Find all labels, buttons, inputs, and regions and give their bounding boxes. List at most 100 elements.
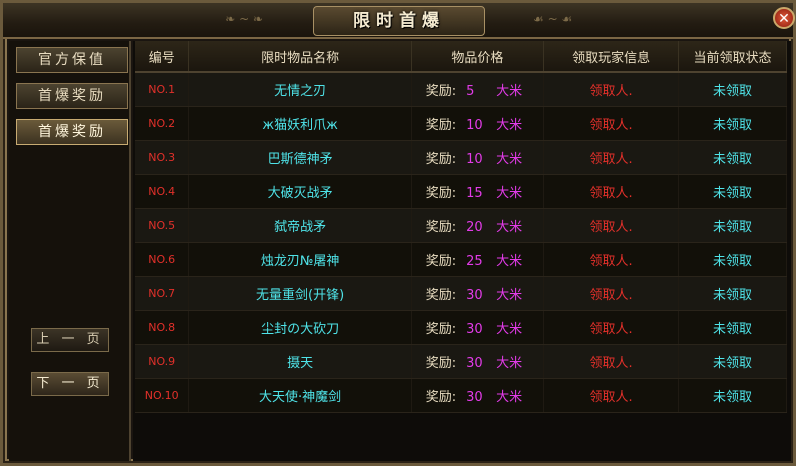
row-number: NO.2 [135, 106, 190, 141]
claimer-info: 领取人. [543, 242, 680, 277]
table-row: NO.5 弑帝战矛 奖励: 20 大米 领取人. 未领取 [135, 208, 787, 243]
row-number: NO.9 [135, 344, 190, 379]
table-row: NO.6 烛龙刃№屠神 奖励: 25 大米 领取人. 未领取 [135, 242, 787, 277]
claim-status: 未领取 [678, 276, 787, 311]
reward-amount: 10 [466, 118, 483, 133]
item-name[interactable]: 大破灭战矛 [188, 174, 412, 209]
item-name[interactable]: 弑帝战矛 [188, 208, 412, 243]
tab-first-drop-reward-a[interactable]: 首爆奖励 [16, 83, 128, 109]
row-number: NO.5 [135, 208, 190, 243]
row-number: NO.7 [135, 276, 190, 311]
item-name[interactable]: 摄天 [188, 344, 412, 379]
claim-status: 未领取 [678, 140, 787, 175]
prev-page-button[interactable]: 上 一 页 [31, 328, 109, 352]
header-claim-status: 当前领取状态 [678, 41, 787, 73]
item-name[interactable]: 烛龙刃№屠神 [188, 242, 412, 277]
claimer-info: 领取人. [543, 174, 680, 209]
reward-amount: 30 [466, 390, 483, 405]
claimer-info: 领取人. [543, 344, 680, 379]
item-name[interactable]: ж猫妖利爪ж [188, 106, 412, 141]
title-bar: ❧ ~ ❧ 限时首爆 ☙ ~ ☙ ✕ [3, 3, 795, 39]
reward-currency: 大米 [496, 186, 523, 201]
table-row: NO.2 ж猫妖利爪ж 奖励: 10 大米 领取人. 未领取 [135, 106, 787, 141]
reward-label: 奖励: [425, 390, 457, 405]
claimer-info: 领取人. [543, 276, 680, 311]
item-price: 奖励: 20 大米 [411, 208, 545, 243]
reward-label: 奖励: [425, 186, 457, 201]
item-name[interactable]: 巴斯德神矛 [188, 140, 412, 175]
reward-label: 奖励: [425, 220, 457, 235]
reward-label: 奖励: [425, 152, 457, 167]
header-number: 编号 [135, 41, 190, 73]
reward-currency: 大米 [496, 254, 523, 269]
reward-amount: 5 [466, 84, 475, 99]
reward-amount: 30 [466, 288, 483, 303]
reward-amount: 30 [466, 356, 483, 371]
header-item-price: 物品价格 [411, 41, 545, 73]
reward-amount: 30 [466, 322, 483, 337]
table-row: NO.10 大天使·神魔剑 奖励: 30 大米 领取人. 未领取 [135, 378, 787, 413]
first-drop-panel: ❧ ~ ❧ 限时首爆 ☙ ~ ☙ ✕ 官方保值 首爆奖励 首爆奖励 上 一 页 … [0, 0, 796, 466]
reward-currency: 大米 [496, 390, 523, 405]
reward-label: 奖励: [425, 356, 457, 371]
claim-status: 未领取 [678, 208, 787, 243]
reward-amount: 10 [466, 152, 483, 167]
item-name[interactable]: 无量重剑(开锋) [188, 276, 412, 311]
item-price: 奖励: 25 大米 [411, 242, 545, 277]
row-number: NO.8 [135, 310, 190, 345]
reward-label: 奖励: [425, 118, 457, 133]
reward-amount: 15 [466, 186, 483, 201]
reward-currency: 大米 [496, 118, 523, 133]
tab-official-value[interactable]: 官方保值 [16, 47, 128, 73]
claim-status: 未领取 [678, 72, 787, 107]
reward-currency: 大米 [496, 220, 523, 235]
reward-table: 编号 限时物品名称 物品价格 领取玩家信息 当前领取状态 NO.1 无情之刃 奖励:… [135, 41, 787, 413]
title-ornament-left: ❧ ~ ❧ [225, 12, 263, 26]
item-price: 奖励: 30 大米 [411, 276, 545, 311]
table-row: NO.1 无情之刃 奖励: 5 大米 领取人. 未领取 [135, 72, 787, 107]
claimer-info: 领取人. [543, 378, 680, 413]
row-number: NO.1 [135, 72, 190, 107]
close-icon[interactable]: ✕ [773, 7, 795, 29]
row-number: NO.10 [135, 378, 190, 413]
row-number: NO.3 [135, 140, 190, 175]
claim-status: 未领取 [678, 378, 787, 413]
claim-status: 未领取 [678, 174, 787, 209]
reward-amount: 20 [466, 220, 483, 235]
claimer-info: 领取人. [543, 208, 680, 243]
reward-currency: 大米 [496, 152, 523, 167]
header-player-info: 领取玩家信息 [543, 41, 680, 73]
table-row: NO.3 巴斯德神矛 奖励: 10 大米 领取人. 未领取 [135, 140, 787, 175]
item-price: 奖励: 30 大米 [411, 378, 545, 413]
row-number: NO.6 [135, 242, 190, 277]
reward-currency: 大米 [496, 288, 523, 303]
item-name[interactable]: 无情之刃 [188, 72, 412, 107]
reward-label: 奖励: [425, 84, 457, 99]
table-row: NO.9 摄天 奖励: 30 大米 领取人. 未领取 [135, 344, 787, 379]
item-price: 奖励: 15 大米 [411, 174, 545, 209]
table-row: NO.4 大破灭战矛 奖励: 15 大米 领取人. 未领取 [135, 174, 787, 209]
claimer-info: 领取人. [543, 140, 680, 175]
table-header-row: 编号 限时物品名称 物品价格 领取玩家信息 当前领取状态 [135, 41, 787, 73]
claimer-info: 领取人. [543, 106, 680, 141]
reward-amount: 25 [466, 254, 483, 269]
next-page-button[interactable]: 下 一 页 [31, 372, 109, 396]
reward-currency: 大米 [496, 84, 523, 99]
row-number: NO.4 [135, 174, 190, 209]
claim-status: 未领取 [678, 310, 787, 345]
reward-currency: 大米 [496, 322, 523, 337]
header-item-name: 限时物品名称 [188, 41, 412, 73]
item-name[interactable]: 大天使·神魔剑 [188, 378, 412, 413]
claimer-info: 领取人. [543, 72, 680, 107]
title-plaque: 限时首爆 [313, 6, 485, 36]
sidebar: 官方保值 首爆奖励 首爆奖励 上 一 页 下 一 页 [9, 41, 131, 461]
table-row: NO.7 无量重剑(开锋) 奖励: 30 大米 领取人. 未领取 [135, 276, 787, 311]
item-price: 奖励: 30 大米 [411, 310, 545, 345]
item-price: 奖励: 10 大米 [411, 106, 545, 141]
reward-label: 奖励: [425, 288, 457, 303]
reward-table-area: 编号 限时物品名称 物品价格 领取玩家信息 当前领取状态 NO.1 无情之刃 奖励:… [133, 41, 791, 461]
item-price: 奖励: 30 大米 [411, 344, 545, 379]
item-name[interactable]: 尘封の大砍刀 [188, 310, 412, 345]
item-price: 奖励: 10 大米 [411, 140, 545, 175]
tab-first-drop-reward-b[interactable]: 首爆奖励 [16, 119, 128, 145]
